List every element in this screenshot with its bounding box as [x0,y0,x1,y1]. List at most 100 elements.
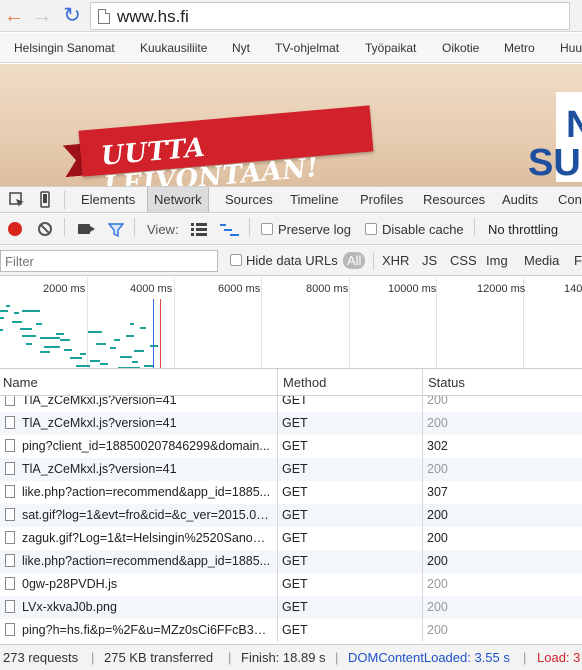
request-bar [90,360,100,362]
separator-pipe: | [523,650,527,665]
screenshot-camera-icon[interactable] [78,224,95,234]
filter-bar: Hide data URLs All XHR JS CSS Img Media … [0,246,582,276]
inspect-icon[interactable] [8,191,26,209]
reload-icon[interactable]: ↻ [60,4,84,28]
address-bar[interactable]: www.hs.fi [90,2,570,30]
tab-profiles[interactable]: Profiles [354,187,409,212]
filter-icon[interactable] [108,223,124,237]
table-row[interactable]: sat.gif?log=1&evt=fro&cid=&c_ver=2015.09… [0,504,582,527]
waterfall-view-icon[interactable] [220,223,240,237]
list-view-icon[interactable] [191,223,207,236]
throttling-select[interactable]: No throttling [488,222,558,237]
filter-type-img[interactable]: Img [482,252,512,269]
table-row[interactable]: like.php?action=recommend&app_id=1885...… [0,481,582,504]
filter-type-media[interactable]: Media [520,252,563,269]
column-header-status[interactable]: Status [428,375,465,390]
file-icon [5,439,15,452]
tab-elements[interactable]: Elements [75,187,141,212]
file-icon [5,396,15,406]
table-row[interactable]: 0gw-p28PVDH.js GET 200 [0,573,582,596]
disable-cache-label: Disable cache [382,222,464,237]
grid-line [261,277,262,368]
overview-tick: 10000 ms [388,283,437,295]
bookmark-item[interactable]: Helsingin Sanomat [14,41,115,55]
overview-tick: 4000 ms [130,283,173,295]
separator-pipe: | [335,650,339,665]
table-row[interactable]: ping?client_id=188500207846299&domain...… [0,435,582,458]
browser-toolbar: ← → ↻ www.hs.fi [0,0,582,32]
request-status: 200 [427,531,448,545]
back-arrow-icon[interactable]: ← [2,4,26,28]
hide-data-urls-checkbox[interactable] [230,254,242,266]
tab-resources[interactable]: Resources [417,187,491,212]
bookmark-item[interactable]: Huu [560,41,582,55]
bookmark-item[interactable]: Nyt [232,41,250,55]
network-overview[interactable]: 2000 ms 4000 ms 6000 ms 8000 ms 10000 ms… [0,277,582,369]
request-method: GET [282,554,308,568]
load-marker [160,299,161,368]
request-name: zaguk.gif?Log=1&t=Helsingin%2520Sanom... [22,531,272,545]
bookmark-item[interactable]: Työpaikat [365,41,416,55]
request-status: 302 [427,439,448,453]
bookmarks-bar: Helsingin Sanomat Kuukausiliite Nyt TV-o… [0,33,582,63]
column-divider[interactable] [277,369,278,642]
clear-icon[interactable] [38,222,52,236]
request-method: GET [282,577,308,591]
table-header: Name Method Status [0,369,582,396]
request-bar [26,343,32,345]
device-mode-icon[interactable] [36,191,54,209]
url-text[interactable]: www.hs.fi [117,7,189,27]
bookmark-item[interactable]: Oikotie [442,41,479,55]
column-header-method[interactable]: Method [283,375,326,390]
bookmark-item[interactable]: TV-ohjelmat [275,41,339,55]
table-row[interactable]: TlA_zCeMkxl.js?version=41 GET 200 [0,412,582,435]
table-row[interactable]: ping?h=hs.fi&p=%2F&u=MZz0sCi6FFcB3B1... … [0,619,582,642]
request-bar [14,312,19,314]
grid-line [87,277,88,368]
request-bar [12,321,22,323]
filter-type-css[interactable]: CSS [446,252,481,269]
table-row[interactable]: TlA_zCeMkxl.js?version=41 GET 200 [0,458,582,481]
overview-tick: 140 [564,283,582,295]
request-name: 0gw-p28PVDH.js [22,577,118,591]
request-method: GET [282,462,308,476]
load-time: Load: 3 [537,650,581,665]
table-row[interactable]: like.php?action=recommend&app_id=1885...… [0,550,582,573]
tab-timeline[interactable]: Timeline [284,187,345,212]
disable-cache-checkbox[interactable] [365,223,377,235]
bookmark-item[interactable]: Kuukausiliite [140,41,207,55]
image-file-icon [5,600,15,613]
request-method: GET [282,439,308,453]
table-row[interactable]: LVx-xkvaJ0b.png GET 200 [0,596,582,619]
filter-input[interactable] [0,250,218,272]
request-count: 273 requests [3,650,79,665]
bookmark-item[interactable]: Metro [504,41,535,55]
file-icon [5,462,15,475]
preserve-log-checkbox[interactable] [261,223,273,235]
filter-type-font[interactable]: F [570,252,582,269]
column-divider[interactable] [422,369,423,642]
filter-type-all[interactable]: All [343,252,366,269]
request-name: sat.gif?log=1&evt=fro&cid=&c_ver=2015.09… [22,508,272,522]
filter-type-xhr[interactable]: XHR [378,252,413,269]
request-name: like.php?action=recommend&app_id=1885... [22,485,271,499]
tab-audits[interactable]: Audits [496,187,544,212]
request-bar [60,339,70,341]
request-bar [88,331,102,333]
request-method: GET [282,485,308,499]
column-header-name[interactable]: Name [3,375,38,390]
table-row[interactable]: zaguk.gif?Log=1&t=Helsingin%2520Sanom...… [0,527,582,550]
divider [373,252,374,270]
forward-arrow-icon[interactable]: → [30,4,54,28]
web-page-banner[interactable]: UUTTA LEIVONTAAN! N SU [0,64,582,186]
table-row[interactable]: TlA_zCeMkxl.js?version=41 GET 200 [0,396,582,412]
request-bar [96,343,106,345]
filter-type-js[interactable]: JS [418,252,441,269]
tab-console[interactable]: Con [552,187,582,212]
request-status: 200 [427,462,448,476]
request-method: GET [282,600,308,614]
tab-network[interactable]: Network [147,187,209,212]
tab-sources[interactable]: Sources [219,187,279,212]
request-method: GET [282,416,308,430]
record-icon[interactable] [8,222,22,236]
